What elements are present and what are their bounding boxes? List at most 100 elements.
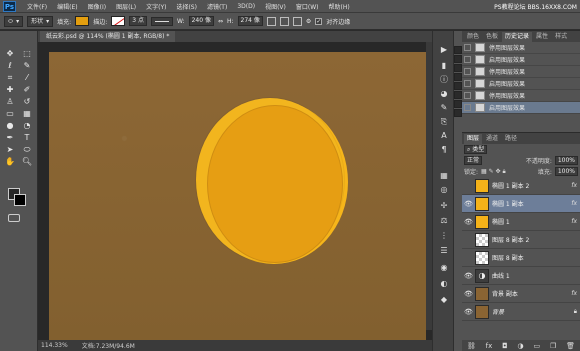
eye-icon[interactable]: 👁︎ xyxy=(464,290,473,298)
quick-mask-icon[interactable] xyxy=(8,214,20,222)
lasso-tool-icon[interactable]: ℓ xyxy=(4,61,16,71)
dodge-tool-icon[interactable]: ◔ xyxy=(21,121,33,131)
ellipse-tool-icon[interactable]: ⬭ xyxy=(21,145,33,155)
stroke-color-swatch[interactable] xyxy=(111,16,126,26)
path-operations-icon[interactable] xyxy=(266,16,276,26)
tab-paths[interactable]: 路径 xyxy=(502,134,520,144)
path-select-tool-icon[interactable]: ➤ xyxy=(4,145,16,155)
path-alignment-icon[interactable] xyxy=(279,16,289,26)
fx-badge-icon[interactable]: fx xyxy=(571,290,577,297)
history-item[interactable]: 停用图层效果 xyxy=(462,66,580,78)
history-item[interactable]: 停用图层效果 xyxy=(462,90,580,102)
brush-presets-icon[interactable]: ✎ xyxy=(439,103,449,113)
layer-row[interactable]: 👁︎ 背景 🔒︎ xyxy=(462,303,580,321)
layer-row[interactable]: 👁︎ 椭圆 1 fx xyxy=(462,213,580,231)
history-brush-source-checkbox[interactable] xyxy=(464,104,471,111)
eraser-tool-icon[interactable]: ▭ xyxy=(4,109,16,119)
adjust-icon[interactable]: ⚖ xyxy=(439,216,449,226)
tab-channels[interactable]: 通道 xyxy=(483,134,501,144)
histogram-icon[interactable]: ▮ xyxy=(439,61,449,71)
brush-tool-icon[interactable]: ✐ xyxy=(21,85,33,95)
fx-badge-icon[interactable]: fx xyxy=(571,182,577,189)
history-item[interactable]: 停用图层效果 xyxy=(462,42,580,54)
swatches-icon[interactable]: ◉ xyxy=(439,263,449,273)
tab-layers[interactable]: 图层 xyxy=(464,134,483,144)
lock-icon[interactable]: ▦ ✎ ✥ 🔒︎ xyxy=(481,168,506,176)
document-tab[interactable]: 纸云彩.psd @ 114% (椭圆 1 副本, RGB/8) * xyxy=(40,31,176,42)
eyedropper-tool-icon[interactable]: ⁄ xyxy=(21,73,33,83)
play-icon[interactable]: ▶ xyxy=(439,45,449,55)
blur-tool-icon[interactable]: ● xyxy=(4,121,16,131)
pen-tool-icon[interactable]: ✒ xyxy=(4,133,16,143)
history-item[interactable]: 启用图层效果 xyxy=(462,78,580,90)
menu-help[interactable]: 帮助(H) xyxy=(324,2,355,11)
history-item[interactable]: 启用图层效果 xyxy=(462,102,580,114)
fill-input[interactable]: 100% xyxy=(554,167,578,176)
menu-layer[interactable]: 图层(L) xyxy=(111,2,141,11)
history-brush-icon[interactable]: ↺ xyxy=(21,97,33,107)
history-brush-source-checkbox[interactable] xyxy=(464,56,471,63)
mini-swatch[interactable] xyxy=(454,55,462,63)
gradient-tool-icon[interactable]: ▦ xyxy=(21,109,33,119)
hand-tool-icon[interactable]: ✋ xyxy=(4,157,16,167)
character-icon[interactable]: A xyxy=(439,131,449,141)
type-tool-icon[interactable]: T xyxy=(21,133,33,143)
menu-select[interactable]: 选择(S) xyxy=(171,2,202,11)
history-brush-source-checkbox[interactable] xyxy=(464,44,471,51)
gradient-icon[interactable]: ◐ xyxy=(439,279,449,289)
tab-swatches[interactable]: 色板 xyxy=(483,32,501,42)
fill-color-swatch[interactable] xyxy=(75,16,90,26)
color-wheel-icon[interactable]: ◕ xyxy=(439,89,449,99)
layer-row[interactable]: 图层 8 副本 xyxy=(462,249,580,267)
info-icon[interactable]: ⓘ xyxy=(439,75,449,85)
crop-tool-icon[interactable]: ⌗ xyxy=(4,73,16,83)
eye-icon[interactable]: 👁︎ xyxy=(464,272,473,280)
menu-edit[interactable]: 编辑(E) xyxy=(52,2,82,11)
tab-styles[interactable]: 样式 xyxy=(552,32,570,42)
folder-icon[interactable]: ▭ xyxy=(534,342,541,350)
menu-file[interactable]: 文件(F) xyxy=(22,2,52,11)
history-item[interactable]: 启用图层效果 xyxy=(462,54,580,66)
path-arrangement-icon[interactable] xyxy=(292,16,302,26)
tool-preset-picker[interactable]: ⬭ ▾ xyxy=(4,15,24,27)
quick-select-tool-icon[interactable]: ✎ xyxy=(21,61,33,71)
mini-swatch[interactable] xyxy=(454,73,462,81)
history-brush-source-checkbox[interactable] xyxy=(464,80,471,87)
menu-view[interactable]: 视图(V) xyxy=(260,2,291,11)
clone-stamp-icon[interactable]: ♙ xyxy=(4,97,16,107)
paragraph-icon[interactable]: ¶ xyxy=(439,145,449,155)
move-tool-icon[interactable]: ✥ xyxy=(4,49,16,59)
zoom-level[interactable]: 114.33% xyxy=(41,342,68,349)
mini-swatch[interactable] xyxy=(454,46,462,54)
mask-icon[interactable]: ◘ xyxy=(502,342,508,350)
layer-row[interactable]: 👁︎ 椭圆 1 副本 fx xyxy=(462,195,580,213)
mini-swatch[interactable] xyxy=(454,109,462,117)
eye-icon[interactable]: 👁︎ xyxy=(464,218,473,226)
fx-badge-icon[interactable]: fx xyxy=(571,200,577,207)
fx-icon[interactable]: fx xyxy=(486,342,493,350)
width-input[interactable]: 240 像 xyxy=(188,16,214,26)
opacity-input[interactable]: 100% xyxy=(554,156,578,165)
navigator-icon[interactable]: ◎ xyxy=(439,185,449,195)
eye-icon[interactable]: 👁︎ xyxy=(464,200,473,208)
link-icon[interactable]: ⇔ xyxy=(218,18,223,25)
height-input[interactable]: 274 像 xyxy=(237,16,263,26)
tab-properties[interactable]: 属性 xyxy=(533,32,551,42)
eye-icon[interactable]: 👁︎ xyxy=(464,308,473,316)
mini-swatch[interactable] xyxy=(454,82,462,90)
blend-mode-select[interactable]: 正常 xyxy=(464,156,483,165)
gear-icon[interactable]: ⚙ xyxy=(306,18,311,25)
mini-swatch[interactable] xyxy=(454,91,462,99)
background-color-swatch[interactable] xyxy=(14,194,26,206)
healing-brush-icon[interactable]: ✚ xyxy=(4,85,16,95)
menu-image[interactable]: 图像(I) xyxy=(83,2,111,11)
layer-comps-icon[interactable]: ☰ xyxy=(439,246,449,256)
timeline-icon[interactable]: ⋮ xyxy=(439,231,449,241)
layer-row[interactable]: 椭圆 1 副本 2 fx xyxy=(462,177,580,195)
new-layer-icon[interactable]: ❐ xyxy=(550,342,556,350)
tab-color[interactable]: 颜色 xyxy=(464,32,482,42)
link-icon[interactable]: ⛓ xyxy=(467,342,476,350)
fx-badge-icon[interactable]: fx xyxy=(571,218,577,225)
stroke-type-select[interactable] xyxy=(150,16,173,26)
clone-source-icon[interactable]: ⎘ xyxy=(439,117,449,127)
